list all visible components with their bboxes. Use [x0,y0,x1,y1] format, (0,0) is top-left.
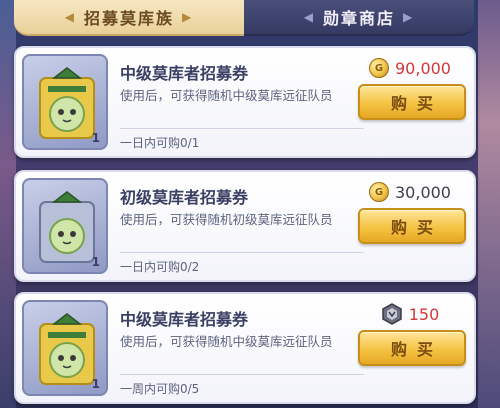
shop-item-card: 1 中级莫库者招募券 使用后，可获得随机中级莫库远征队员 一周内可购0/5 15… [14,292,476,404]
item-name: 初级莫库者招募券 [120,188,249,207]
item-description: 使用后，可获得随机初级莫库远征队员 [120,212,333,227]
price-tag: G 90,000 [358,54,462,82]
item-count: 1 [91,255,100,269]
shop-item-card: 1 中级莫库者招募券 使用后，可获得随机中级莫库远征队员 一日内可购0/1 G … [14,46,476,158]
shop-item-card: 1 初级莫库者招募券 使用后，可获得随机初级莫库远征队员 一日内可购0/2 G … [14,170,476,282]
wing-left-icon: ◀ [303,10,315,24]
buy-button[interactable]: 购买 [358,330,466,366]
mid-recruit-ticket-icon [39,313,95,385]
tab-recruit[interactable]: ◀ 招募莫库族 ▶ [14,0,244,36]
basic-recruit-ticket-icon [39,191,95,263]
item-slot[interactable]: 1 [22,178,108,274]
tab-recruit-label: 招募莫库族 [83,9,174,28]
price-value: 90,000 [395,58,451,78]
divider [120,252,364,253]
item-slot[interactable]: 1 [22,300,108,396]
divider [120,128,364,129]
wing-right-icon: ▶ [182,10,194,24]
buy-button[interactable]: 购买 [358,208,466,244]
medal-icon [381,303,402,325]
price-tag: G 30,000 [358,178,462,206]
purchase-limit: 一日内可购0/2 [120,260,200,274]
item-count: 1 [91,131,100,145]
divider [120,374,364,375]
item-description: 使用后，可获得随机中级莫库远征队员 [120,88,333,103]
purchase-limit: 一周内可购0/5 [120,382,200,396]
price-value: 30,000 [395,182,451,202]
buy-button[interactable]: 购买 [358,84,466,120]
item-name: 中级莫库者招募券 [120,64,249,83]
purchase-limit: 一日内可购0/1 [120,136,200,150]
mid-recruit-ticket-icon [39,67,95,139]
item-count: 1 [91,377,100,391]
item-slot[interactable]: 1 [22,54,108,150]
price-value: 150 [408,304,440,324]
item-description: 使用后，可获得随机中级莫库远征队员 [120,334,333,349]
price-tag: 150 [358,300,462,328]
gold-coin-icon: G [369,182,389,202]
wing-right-icon: ▶ [403,10,415,24]
wing-left-icon: ◀ [64,10,76,24]
background-right [478,0,500,408]
item-name: 中级莫库者招募券 [120,310,249,329]
gold-coin-icon: G [369,58,389,78]
tab-medal-shop[interactable]: ◀ 勋章商店 ▶ [244,0,474,36]
shop-tabs: ◀ 招募莫库族 ▶ ◀ 勋章商店 ▶ [14,0,474,36]
tab-medal-shop-label: 勋章商店 [322,9,395,28]
